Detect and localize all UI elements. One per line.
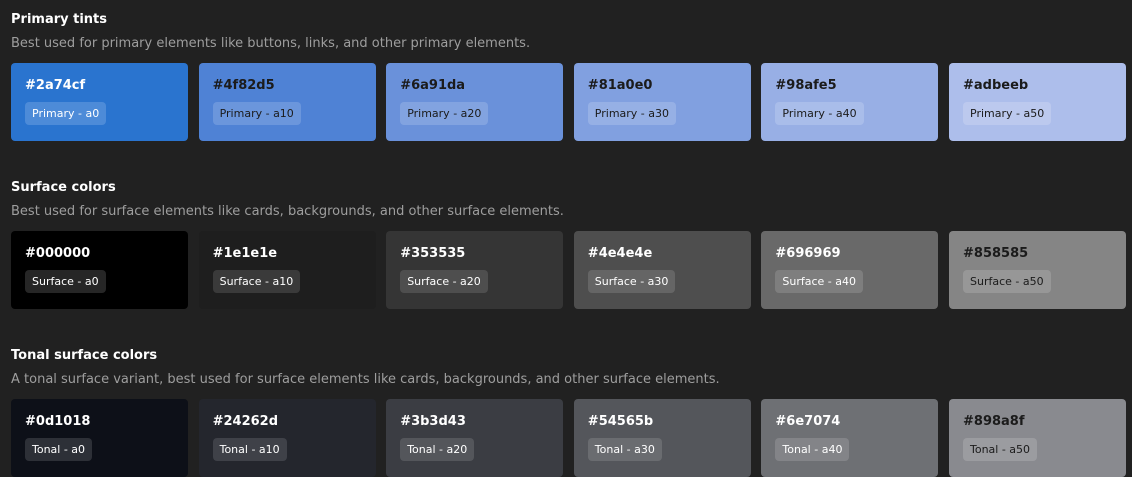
section-primary-tints: Primary tints Best used for primary elem… [11, 11, 1132, 141]
swatch-card[interactable]: #4e4e4e Surface - a30 [573, 231, 751, 309]
swatch-label-chip: Primary - a30 [587, 102, 677, 125]
swatch-hex: #696969 [775, 246, 841, 261]
swatch-label-chip: Primary - a40 [775, 102, 864, 125]
swatch-row: #000000 Surface - a0 #1e1e1e Surface - a… [11, 231, 1132, 309]
swatch-card[interactable]: #54565b Tonal - a30 [573, 399, 751, 477]
swatch-label-chip: Tonal - a30 [587, 438, 662, 461]
swatch-hex: #1e1e1e [212, 246, 278, 261]
swatch-card[interactable]: #353535 Surface - a20 [386, 231, 564, 309]
section-description: Best used for surface elements like card… [11, 204, 564, 219]
swatch-hex: #000000 [25, 246, 91, 261]
swatch-card[interactable]: #2a74cf Primary - a0 [11, 63, 188, 141]
swatch-card[interactable]: #3b3d43 Tonal - a20 [386, 399, 564, 477]
swatch-card[interactable]: #6a91da Primary - a20 [386, 63, 564, 141]
swatch-card[interactable]: #696969 Surface - a40 [761, 231, 939, 309]
swatch-row: #2a74cf Primary - a0 #4f82d5 Primary - a… [11, 63, 1132, 141]
swatch-label-chip: Surface - a40 [775, 270, 863, 293]
swatch-label-chip: Tonal - a10 [212, 438, 287, 461]
swatch-hex: #0d1018 [25, 414, 91, 429]
swatch-label-chip: Primary - a10 [212, 102, 301, 125]
swatch-hex: #81a0e0 [587, 78, 653, 93]
swatch-hex: #98afe5 [775, 78, 837, 93]
swatch-label-chip: Primary - a20 [400, 102, 489, 125]
swatch-hex: #898a8f [963, 414, 1025, 429]
swatch-card[interactable]: #4f82d5 Primary - a10 [198, 63, 376, 141]
section-surface-colors: Surface colors Best used for surface ele… [11, 179, 1132, 309]
swatch-label-chip: Tonal - a40 [775, 438, 850, 461]
section-title: Primary tints [11, 12, 108, 27]
swatch-label-chip: Primary - a0 [25, 102, 107, 125]
swatch-label-chip: Tonal - a0 [25, 438, 93, 461]
swatch-label-chip: Tonal - a20 [400, 438, 475, 461]
swatch-card[interactable]: #81a0e0 Primary - a30 [573, 63, 751, 141]
swatch-hex: #858585 [963, 246, 1029, 261]
swatch-hex: #4f82d5 [212, 78, 275, 93]
swatch-card[interactable]: #858585 Surface - a50 [949, 231, 1126, 309]
swatch-card[interactable]: #1e1e1e Surface - a10 [198, 231, 376, 309]
swatch-card[interactable]: #adbeeb Primary - a50 [949, 63, 1126, 141]
swatch-hex: #6e7074 [775, 414, 841, 429]
swatch-row: #0d1018 Tonal - a0 #24262d Tonal - a10 #… [11, 399, 1132, 477]
swatch-card[interactable]: #24262d Tonal - a10 [198, 399, 376, 477]
section-tonal-surface-colors: Tonal surface colors A tonal surface var… [11, 347, 1132, 477]
color-palette-page: Primary tints Best used for primary elem… [0, 0, 1132, 477]
swatch-label-chip: Surface - a10 [212, 270, 301, 293]
swatch-label-chip: Surface - a20 [400, 270, 488, 293]
section-title: Surface colors [11, 180, 116, 195]
swatch-hex: #54565b [587, 414, 654, 429]
section-description: Best used for primary elements like butt… [11, 36, 531, 51]
swatch-hex: #2a74cf [25, 78, 86, 93]
swatch-hex: #3b3d43 [400, 414, 466, 429]
swatch-label-chip: Surface - a30 [587, 270, 676, 293]
swatch-card[interactable]: #98afe5 Primary - a40 [761, 63, 939, 141]
swatch-hex: #4e4e4e [587, 246, 653, 261]
section-description: A tonal surface variant, best used for s… [11, 372, 720, 387]
swatch-hex: #24262d [212, 414, 279, 429]
swatch-card[interactable]: #000000 Surface - a0 [11, 231, 188, 309]
swatch-card[interactable]: #6e7074 Tonal - a40 [761, 399, 939, 477]
swatch-card[interactable]: #898a8f Tonal - a50 [949, 399, 1126, 477]
swatch-hex: #6a91da [400, 78, 466, 93]
section-title: Tonal surface colors [11, 348, 158, 363]
swatch-label-chip: Primary - a50 [963, 102, 1052, 125]
swatch-label-chip: Tonal - a50 [963, 438, 1038, 461]
swatch-label-chip: Surface - a0 [25, 270, 106, 293]
swatch-hex: #adbeeb [963, 78, 1029, 93]
swatch-hex: #353535 [400, 246, 466, 261]
swatch-card[interactable]: #0d1018 Tonal - a0 [11, 399, 188, 477]
swatch-label-chip: Surface - a50 [963, 270, 1051, 293]
